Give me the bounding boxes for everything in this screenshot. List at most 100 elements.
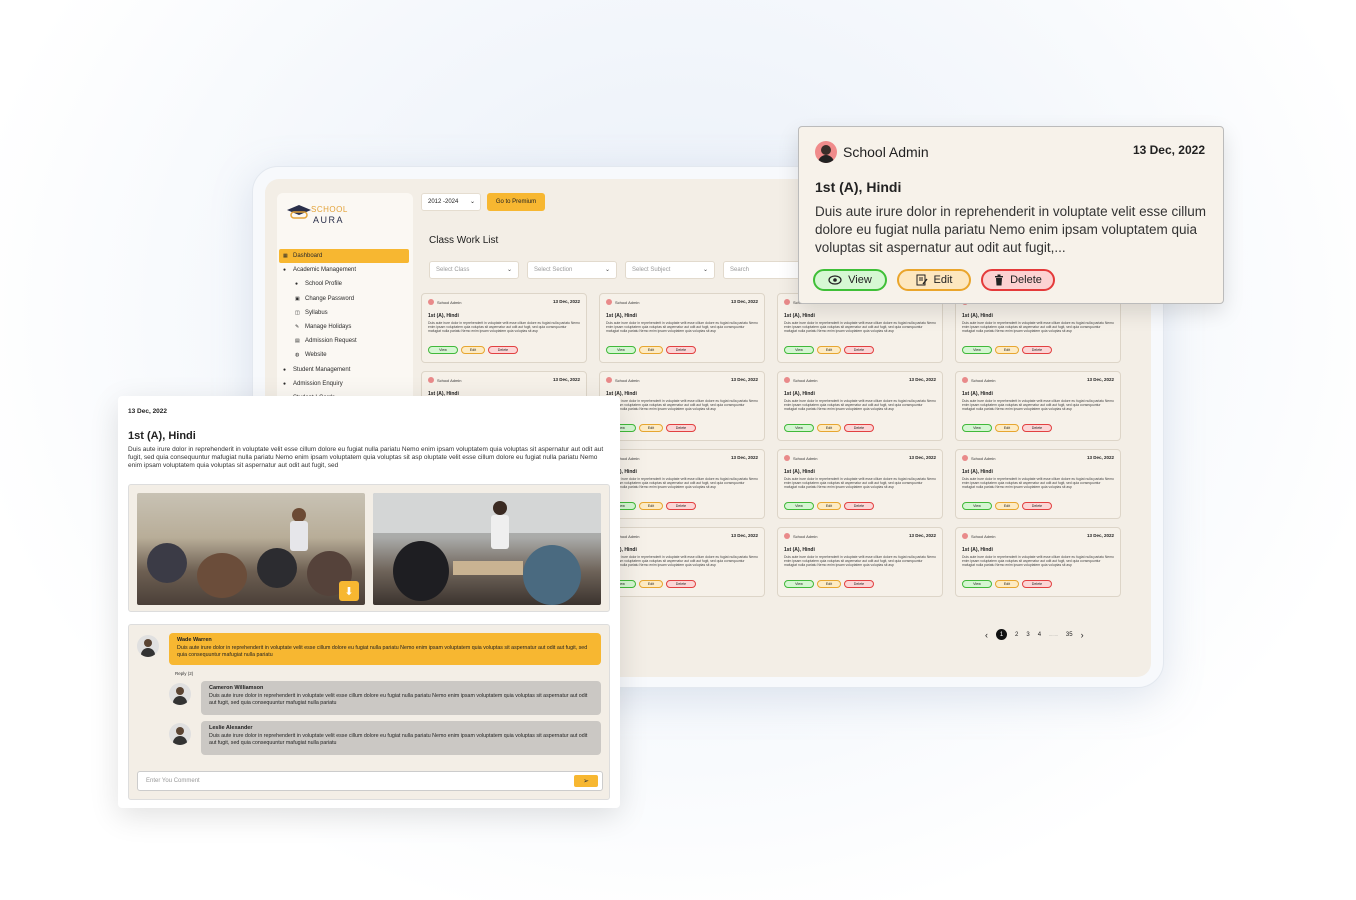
card-description: Duis aute irure dolor in reprehenderit i…	[606, 399, 758, 411]
classwork-card[interactable]: School Admin 13 Dec, 2022 1st (A), Hindi…	[955, 449, 1121, 519]
go-premium-button[interactable]: Go to Premium	[487, 193, 545, 211]
edit-button[interactable]: Edit	[639, 424, 663, 432]
sidebar-item[interactable]: ▤ Admission Request	[279, 334, 409, 348]
classroom-photo[interactable]: ⬇	[137, 493, 365, 605]
sidebar-item[interactable]: ◍ Website	[279, 348, 409, 362]
view-button[interactable]: View	[784, 580, 814, 588]
edit-button[interactable]: Edit	[897, 269, 971, 291]
author-name: School Admin	[971, 377, 996, 383]
delete-button[interactable]: Delete	[844, 502, 874, 510]
delete-button-label: Delete	[853, 426, 865, 430]
classwork-card[interactable]: School Admin 13 Dec, 2022 1st (A), Hindi…	[777, 449, 943, 519]
edit-button[interactable]: Edit	[995, 424, 1019, 432]
classwork-card[interactable]: School Admin 13 Dec, 2022 1st (A), Hindi…	[599, 293, 765, 363]
page-last[interactable]: 35	[1066, 632, 1073, 638]
view-button[interactable]: View	[962, 424, 992, 432]
select-subject-dropdown[interactable]: Select Subject ⌄	[625, 261, 715, 279]
view-button[interactable]: View	[784, 502, 814, 510]
reply-link[interactable]: Reply (2)	[175, 671, 193, 676]
delete-button-label: Delete	[853, 504, 865, 508]
graduation-cap-icon	[287, 205, 311, 219]
view-button[interactable]: View	[606, 346, 636, 354]
delete-button[interactable]: Delete	[1022, 502, 1052, 510]
delete-button-label: Delete	[675, 426, 687, 430]
select-class-dropdown[interactable]: Select Class ⌄	[429, 261, 519, 279]
delete-button[interactable]: Delete	[844, 424, 874, 432]
view-button[interactable]: View	[962, 502, 992, 510]
edit-button[interactable]: Edit	[817, 580, 841, 588]
delete-button[interactable]: Delete	[844, 346, 874, 354]
sidebar-item[interactable]: ● School Profile	[279, 277, 409, 291]
edit-button[interactable]: Edit	[995, 346, 1019, 354]
delete-button[interactable]: Delete	[488, 346, 518, 354]
edit-button[interactable]: Edit	[639, 580, 663, 588]
sidebar-item[interactable]: ● Student Management	[279, 363, 409, 377]
page-4[interactable]: 4	[1038, 632, 1041, 638]
sidebar-item[interactable]: ▦ Dashboard	[279, 249, 409, 263]
edit-button[interactable]: Edit	[817, 346, 841, 354]
page-current[interactable]: 1	[996, 629, 1007, 640]
delete-button[interactable]: Delete	[981, 269, 1055, 291]
sidebar-item[interactable]: ▣ Change Password	[279, 292, 409, 306]
classwork-card[interactable]: School Admin 13 Dec, 2022 1st (A), Hindi…	[777, 371, 943, 441]
classwork-card[interactable]: School Admin 13 Dec, 2022 1st (A), Hindi…	[421, 293, 587, 363]
edit-button[interactable]: Edit	[639, 502, 663, 510]
classwork-card[interactable]: School Admin 13 Dec, 2022 1st (A), Hindi…	[777, 527, 943, 597]
year-select[interactable]: 2012 -2024 ⌄	[421, 193, 481, 211]
delete-button[interactable]: Delete	[666, 502, 696, 510]
classwork-card[interactable]: School Admin 13 Dec, 2022 1st (A), Hindi…	[599, 371, 765, 441]
avatar	[137, 635, 159, 657]
globe-icon: ◍	[295, 352, 300, 359]
delete-button[interactable]: Delete	[1022, 424, 1052, 432]
delete-button[interactable]: Delete	[1022, 580, 1052, 588]
classroom-photo[interactable]	[373, 493, 601, 605]
card-title: 1st (A), Hindi	[815, 179, 902, 195]
sidebar-item[interactable]: ● Admission Enquiry	[279, 377, 409, 391]
sidebar-item[interactable]: ● Academic Management	[279, 263, 409, 277]
card-date: 13 Dec, 2022	[908, 533, 936, 538]
sidebar-item-label: Syllabus	[305, 309, 328, 316]
search-input[interactable]: Search	[723, 261, 803, 279]
page-3[interactable]: 3	[1026, 632, 1029, 638]
sidebar-item[interactable]: ◫ Syllabus	[279, 306, 409, 320]
select-section-dropdown[interactable]: Select Section ⌄	[527, 261, 617, 279]
classwork-card[interactable]: School Admin 13 Dec, 2022 1st (A), Hindi…	[599, 527, 765, 597]
prev-page-icon[interactable]: ‹	[985, 630, 988, 640]
next-page-icon[interactable]: ›	[1081, 630, 1084, 640]
view-button-label: View	[973, 348, 981, 352]
classwork-card[interactable]: School Admin 13 Dec, 2022 1st (A), Hindi…	[599, 449, 765, 519]
view-button[interactable]: View	[428, 346, 458, 354]
sidebar-item-label: Admission Request	[305, 338, 357, 345]
pagination: ‹ 1 2 3 4 ........ 35 ›	[985, 629, 1084, 640]
classwork-card-zoomed: School Admin 13 Dec, 2022 1st (A), Hindi…	[798, 126, 1224, 304]
classwork-detail-panel: 13 Dec, 2022 1st (A), Hindi Duis aute ir…	[118, 396, 620, 808]
edit-button[interactable]: Edit	[461, 346, 485, 354]
view-button[interactable]: View	[784, 346, 814, 354]
delete-button[interactable]: Delete	[666, 346, 696, 354]
view-button[interactable]: View	[784, 424, 814, 432]
view-button[interactable]: View	[813, 269, 887, 291]
edit-button[interactable]: Edit	[995, 502, 1019, 510]
classwork-card[interactable]: School Admin 13 Dec, 2022 1st (A), Hindi…	[955, 527, 1121, 597]
dot-icon: ●	[283, 380, 287, 387]
comment-input[interactable]: Enter You Comment ➢	[137, 771, 603, 791]
attachments: ⬇	[128, 484, 610, 612]
view-button[interactable]: View	[962, 346, 992, 354]
avatar	[169, 723, 191, 745]
edit-button[interactable]: Edit	[817, 502, 841, 510]
delete-button[interactable]: Delete	[666, 424, 696, 432]
card-date: 13 Dec, 2022	[730, 377, 758, 382]
download-button[interactable]: ⬇	[339, 581, 359, 601]
delete-button[interactable]: Delete	[844, 580, 874, 588]
edit-button[interactable]: Edit	[639, 346, 663, 354]
edit-button[interactable]: Edit	[995, 580, 1019, 588]
delete-button[interactable]: Delete	[666, 580, 696, 588]
view-button[interactable]: View	[962, 580, 992, 588]
sidebar-item[interactable]: ✎ Manage Holidays	[279, 320, 409, 334]
page-2[interactable]: 2	[1015, 632, 1018, 638]
edit-button[interactable]: Edit	[817, 424, 841, 432]
delete-button[interactable]: Delete	[1022, 346, 1052, 354]
classwork-card[interactable]: School Admin 13 Dec, 2022 1st (A), Hindi…	[955, 371, 1121, 441]
send-button[interactable]: ➢	[574, 775, 598, 787]
edit-button-label: Edit	[1003, 504, 1011, 508]
